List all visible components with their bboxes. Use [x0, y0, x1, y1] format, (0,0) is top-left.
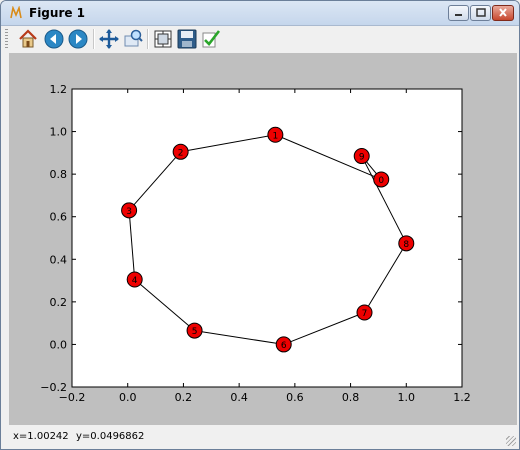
node-label: 5: [192, 327, 198, 337]
graph-node: 5: [186, 322, 203, 339]
minimize-icon: [455, 14, 462, 16]
resize-grip[interactable]: [506, 436, 516, 446]
save-icon[interactable]: [176, 28, 198, 50]
status-bar: x=1.00242 y=0.0496862: [1, 426, 519, 449]
toolbar-separator: [147, 29, 149, 49]
cursor-y-readout: y=0.0496862: [76, 431, 145, 442]
figure-canvas[interactable]: −0.2 0.0 0.2 0.4 0.6 0.8 1.0 1.2 −0.2 0.0 0.2 0.4 0.…: [9, 53, 517, 425]
node-label: 1: [272, 131, 278, 141]
app-icon: [10, 6, 22, 19]
minimize-button[interactable]: [448, 5, 469, 21]
back-icon[interactable]: [43, 28, 65, 50]
graph-node: 3: [121, 202, 138, 219]
x-tick-label: 0.4: [230, 391, 248, 404]
toolbar-separator: [93, 29, 95, 49]
graph-node: 6: [275, 336, 292, 353]
node-label: 6: [281, 341, 287, 351]
y-tick-label: 0.0: [50, 338, 68, 351]
subplots-icon[interactable]: [152, 28, 174, 50]
x-tick-label: 0.8: [342, 391, 360, 404]
home-icon[interactable]: [17, 28, 39, 50]
zoom-icon[interactable]: [122, 28, 144, 50]
graph-plot[interactable]: −0.2 0.0 0.2 0.4 0.6 0.8 1.0 1.2−0.20.00.20.40.…: [9, 53, 517, 425]
close-icon: [499, 8, 507, 17]
x-tick-label: 0.0: [119, 391, 137, 404]
y-tick-label: 0.8: [50, 168, 68, 181]
forward-icon[interactable]: [67, 28, 89, 50]
x-tick-label: 0.2: [175, 391, 193, 404]
y-tick-label: 1.2: [50, 83, 68, 96]
y-tick-label: 0.6: [50, 211, 68, 224]
graph-node: 9: [353, 148, 370, 165]
window-title: Figure 1: [29, 6, 86, 20]
toolbar: [1, 26, 519, 52]
node-label: 3: [126, 207, 132, 217]
graph-node: 8: [398, 235, 415, 252]
graph-node: 1: [267, 126, 284, 143]
y-tick-label: 0.4: [50, 253, 68, 266]
toolbar-grip[interactable]: [5, 29, 8, 49]
maximize-icon: [476, 8, 486, 17]
node-label: 7: [362, 309, 368, 319]
x-tick-label: 1.2: [453, 391, 471, 404]
close-button[interactable]: [492, 5, 514, 21]
cursor-x-readout: x=1.00242: [13, 431, 69, 442]
node-label: 8: [403, 240, 409, 250]
node-label: 0: [378, 176, 384, 186]
graph-node: 0: [373, 171, 390, 188]
maximize-button[interactable]: [470, 5, 491, 21]
title-bar[interactable]: Figure 1: [1, 1, 519, 26]
y-tick-label: −0.2: [40, 381, 67, 394]
y-tick-label: 0.2: [50, 296, 68, 309]
figure-window: Figure 1 −0.2 0.0 0.2 0.4 0.6 0.8 1.0 1.…: [0, 0, 520, 450]
y-tick-label: 1.0: [50, 126, 68, 139]
node-label: 2: [178, 148, 184, 158]
graph-node: 7: [356, 304, 373, 321]
pan-icon[interactable]: [98, 28, 120, 50]
graph-node: 4: [126, 271, 143, 288]
node-label: 4: [132, 276, 138, 286]
node-label: 9: [359, 153, 365, 163]
edit-icon[interactable]: [200, 28, 222, 50]
graph-node: 2: [172, 143, 189, 160]
x-tick-label: 0.6: [286, 391, 304, 404]
x-tick-label: 1.0: [398, 391, 416, 404]
